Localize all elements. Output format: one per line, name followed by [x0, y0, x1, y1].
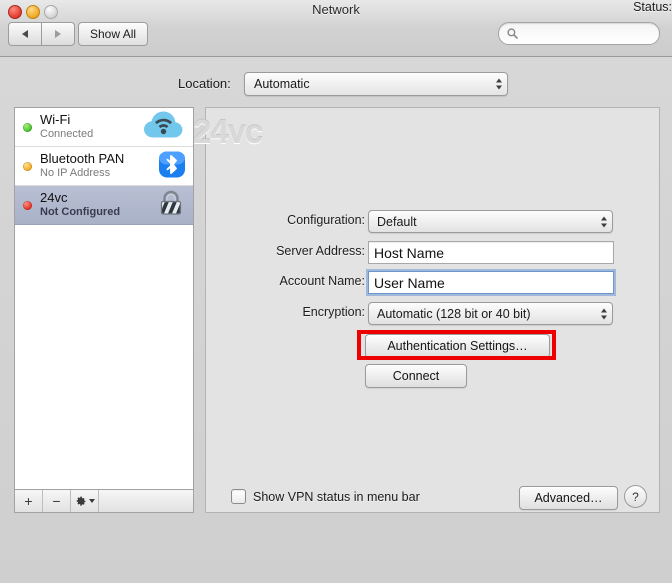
triangle-right-icon — [55, 30, 61, 38]
gear-icon[interactable] — [71, 490, 99, 512]
remove-service-button[interactable]: − — [43, 490, 71, 512]
sidebar-toolbar: + − — [14, 489, 194, 513]
show-vpn-status-checkbox[interactable] — [231, 489, 246, 504]
sidebar-item-label: Bluetooth PAN — [40, 151, 125, 167]
forward-button[interactable] — [41, 22, 75, 46]
sidebar-item-status: Not Configured — [40, 206, 121, 219]
account-name-label: Account Name: — [279, 274, 365, 288]
sidebar-toolbar-filler — [99, 490, 193, 512]
server-address-label: Server Address: — [276, 244, 365, 258]
account-name-value: User Name — [374, 274, 445, 291]
navigation-buttons — [8, 22, 75, 46]
sidebar-item-status: No IP Address — [40, 167, 111, 180]
chevron-updown-icon — [601, 308, 607, 319]
sidebar-item-wifi[interactable]: Wi-Fi Connected — [15, 108, 193, 147]
advanced-button[interactable]: Advanced… — [519, 486, 618, 510]
add-service-button[interactable]: + — [15, 490, 43, 512]
encryption-label: Encryption: — [302, 305, 365, 319]
status-dot-red — [23, 200, 32, 210]
status-dot-green — [23, 122, 32, 132]
configuration-popup-menu[interactable]: Default — [368, 210, 613, 233]
encryption-value: Automatic (128 bit or 40 bit) — [377, 306, 531, 321]
chevron-updown-icon — [496, 78, 502, 90]
location-selected-value: Automatic — [254, 77, 310, 91]
triangle-left-icon — [22, 30, 28, 38]
server-address-value: Host Name — [374, 244, 445, 261]
authentication-settings-button[interactable]: Authentication Settings… — [365, 334, 550, 358]
location-label: Location: — [178, 75, 231, 91]
chevron-down-icon — [89, 499, 95, 503]
configuration-value: Default — [377, 214, 417, 229]
bluetooth-icon — [158, 151, 186, 182]
help-button[interactable]: ? — [624, 485, 647, 508]
status-dot-orange — [23, 161, 32, 171]
server-address-input[interactable]: Host Name — [368, 241, 614, 264]
status-label: Status: — [633, 0, 672, 14]
sidebar-item-label: 24vc — [40, 190, 68, 206]
search-icon — [507, 28, 518, 39]
location-popup-menu[interactable]: Automatic — [244, 72, 508, 96]
back-button[interactable] — [8, 22, 41, 46]
sidebar-item-24vc[interactable]: 24vc Not Configured — [15, 186, 193, 225]
wifi-cloud-icon — [142, 109, 186, 146]
sidebar-item-label: Wi-Fi — [40, 112, 71, 128]
account-name-input[interactable]: User Name — [368, 271, 614, 294]
sidebar-item-status: Connected — [40, 128, 94, 141]
configuration-label: Configuration: — [287, 213, 365, 227]
search-input[interactable] — [522, 25, 646, 42]
network-services-list[interactable]: Wi-Fi Connected Bluetooth PAN No IP Addr… — [14, 107, 194, 490]
show-vpn-status-row[interactable]: Show VPN status in menu bar — [231, 489, 420, 504]
chevron-updown-icon — [601, 216, 607, 227]
show-all-button[interactable]: Show All — [78, 22, 149, 46]
connect-button[interactable]: Connect — [365, 364, 467, 388]
vpn-lock-icon — [156, 189, 186, 222]
show-vpn-status-label: Show VPN status in menu bar — [253, 489, 420, 504]
encryption-popup-menu[interactable]: Automatic (128 bit or 40 bit) — [368, 302, 613, 325]
sidebar-item-bluetooth-pan[interactable]: Bluetooth PAN No IP Address — [15, 147, 193, 186]
search-field[interactable] — [498, 22, 660, 45]
window-footer: Click the lock to prevent further change… — [0, 521, 672, 583]
location-row: Location: Automatic — [0, 68, 672, 98]
